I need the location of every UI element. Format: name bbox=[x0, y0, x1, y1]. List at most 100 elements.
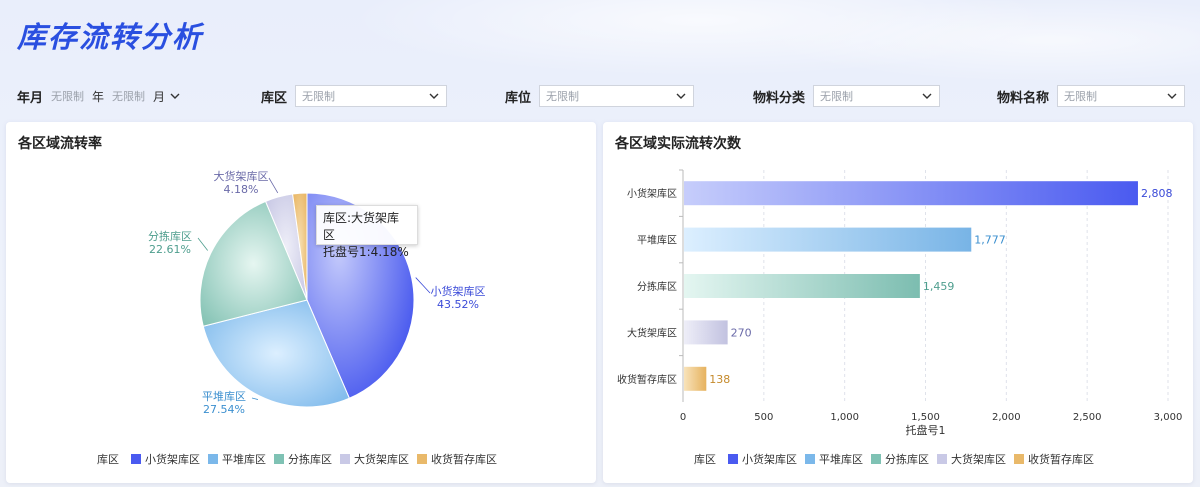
bar-x-tick-label: 0 bbox=[680, 412, 686, 423]
bar-legend-title: 库区 bbox=[694, 453, 716, 466]
bar-x-tick-label: 3,000 bbox=[1154, 412, 1183, 423]
filter-label-material: 物料名称 bbox=[997, 90, 1050, 106]
pie-legend-label: 收货暂存库区 bbox=[431, 453, 497, 466]
page-title: 库存流转分析 bbox=[17, 20, 204, 54]
filter-location: 库位 无限制 bbox=[505, 84, 695, 108]
pie-legend-item-large-rack[interactable]: 大货架库区 bbox=[340, 451, 409, 467]
bar-x-tick-label: 1,500 bbox=[911, 412, 940, 423]
bar-legend-label: 小货架库区 bbox=[742, 453, 797, 466]
pie-legend-item-small-rack[interactable]: 小货架库区 bbox=[131, 451, 200, 467]
bar-x-tick-label: 2,500 bbox=[1073, 412, 1102, 423]
pie-leader-line bbox=[251, 397, 259, 400]
category-select[interactable]: 无限制 bbox=[813, 85, 941, 107]
pie-chart-title: 各区域流转率 bbox=[18, 136, 102, 152]
bar-legend-item-large-rack[interactable]: 大货架库区 bbox=[937, 451, 1006, 467]
bar-legend-item-picking[interactable]: 分拣库区 bbox=[871, 451, 929, 467]
pie-leader-line bbox=[415, 277, 431, 294]
bar-legend-label: 分拣库区 bbox=[885, 453, 929, 466]
pie-chart: 小货架库区43.52% 平堆库区27.54% 分拣库区22.61% 大货架库区4.18… bbox=[148, 169, 486, 416]
chevron-down-icon bbox=[676, 93, 686, 99]
month-unit: 月 bbox=[153, 89, 166, 104]
category-select-value: 无限制 bbox=[820, 90, 854, 103]
pie-label-percent: 27.54% bbox=[203, 403, 245, 416]
bar-category-label: 小货架库区 bbox=[627, 187, 677, 200]
chevron-down-icon bbox=[922, 93, 932, 99]
area-select-value: 无限制 bbox=[302, 90, 336, 103]
filter-bar: 年月 无限制 年 无限制 月 库区 无限制 库位 无限制 物料分类 无限制 物料… bbox=[0, 84, 1200, 108]
month-select[interactable]: 无限制 bbox=[112, 88, 145, 104]
filter-material: 物料名称 无限制 bbox=[997, 84, 1186, 108]
pie-label-category: 大货架库区 bbox=[214, 169, 269, 183]
pie-label-category: 分拣库区 bbox=[148, 229, 192, 243]
bar-value-label: 1,459 bbox=[923, 280, 955, 293]
pie-legend-items: 小货架库区 平堆库区 分拣库区 大货架库区 收货暂存库区 bbox=[131, 451, 505, 467]
bar-chart-title: 各区域实际流转次数 bbox=[615, 136, 741, 152]
pie-legend-item-flat-stack[interactable]: 平堆库区 bbox=[208, 451, 266, 467]
bar-category-label: 大货架库区 bbox=[627, 326, 677, 339]
pie-legend-title: 库区 bbox=[97, 453, 119, 466]
material-select[interactable]: 无限制 bbox=[1057, 85, 1186, 107]
location-select-value: 无限制 bbox=[546, 90, 580, 103]
bar-x-tick-label: 500 bbox=[754, 412, 773, 423]
pie-label-percent: 43.52% bbox=[437, 298, 479, 311]
filter-category: 物料分类 无限制 bbox=[753, 84, 941, 108]
tooltip-line-1: 库区:大货架库区 bbox=[323, 211, 400, 242]
pie-label-percent: 22.61% bbox=[149, 243, 191, 256]
bar-legend-swatch bbox=[728, 454, 738, 464]
filter-area: 库区 无限制 bbox=[261, 84, 448, 108]
bar-legend: 库区 小货架库区 平堆库区 分拣库区 大货架库区 收货暂存库区 bbox=[603, 451, 1193, 467]
chevron-down-icon bbox=[429, 93, 439, 99]
pie-legend-item-picking[interactable]: 分拣库区 bbox=[274, 451, 332, 467]
pie-legend-swatch bbox=[208, 454, 218, 464]
bar-legend-items: 小货架库区 平堆库区 分拣库区 大货架库区 收货暂存库区 bbox=[728, 451, 1102, 467]
filter-label-category: 物料分类 bbox=[753, 90, 806, 106]
bar-receiving-staging[interactable] bbox=[684, 366, 707, 391]
pie-legend-label: 平堆库区 bbox=[222, 453, 266, 466]
pie-chart-panel: 各区域流转率 小货架库区 43.52% 平堆库区 27.54% 分拣库区 22.61% 大货… bbox=[6, 122, 596, 483]
pie-legend-swatch bbox=[274, 454, 284, 464]
location-select[interactable]: 无限制 bbox=[539, 85, 695, 107]
tooltip-line-2: 托盘号1:4.18% bbox=[323, 245, 409, 259]
chevron-down-icon bbox=[1167, 93, 1177, 99]
bar-value-label: 138 bbox=[709, 373, 730, 386]
bar-x-tick-label: 2,000 bbox=[992, 412, 1021, 423]
bar-picking[interactable] bbox=[684, 274, 920, 298]
area-select[interactable]: 无限制 bbox=[295, 85, 448, 107]
pie-label-category: 平堆库区 bbox=[202, 390, 246, 403]
bar-legend-swatch bbox=[937, 454, 947, 464]
bar-value-label: 270 bbox=[731, 326, 752, 339]
bar-chart-panel: 各区域实际流转次数 0 500 1,000 1,500 2,000 2,500 3,000 小… bbox=[603, 122, 1193, 483]
pie-legend-item-receiving-staging[interactable]: 收货暂存库区 bbox=[417, 451, 497, 467]
pie-legend-swatch bbox=[131, 454, 141, 464]
pie-label-percent: 4.18% bbox=[224, 183, 259, 196]
year-select[interactable]: 无限制 bbox=[51, 88, 84, 104]
pie-legend-swatch bbox=[340, 454, 350, 464]
bar-legend-item-receiving-staging[interactable]: 收货暂存库区 bbox=[1014, 451, 1094, 467]
pie-legend-label: 大货架库区 bbox=[354, 453, 409, 466]
pie-tooltip: 库区:大货架库区 托盘号1:4.18% bbox=[316, 205, 418, 259]
pie-label-category: 小货架库区 bbox=[431, 284, 486, 298]
pie-legend-label: 小货架库区 bbox=[145, 453, 200, 466]
bar-legend-item-small-rack[interactable]: 小货架库区 bbox=[728, 451, 797, 467]
pie-legend-label: 分拣库区 bbox=[288, 453, 332, 466]
bar-flat-stack[interactable] bbox=[684, 227, 972, 252]
pie-legend: 库区 小货架库区 平堆库区 分拣库区 大货架库区 收货暂存库区 bbox=[6, 451, 596, 467]
filter-label-area: 库区 bbox=[261, 90, 288, 106]
bar-large-rack[interactable] bbox=[684, 320, 728, 345]
bar-category-label: 收货暂存库区 bbox=[617, 373, 677, 386]
bar-legend-item-flat-stack[interactable]: 平堆库区 bbox=[805, 451, 863, 467]
bar-legend-label: 收货暂存库区 bbox=[1028, 453, 1094, 466]
bar-small-rack[interactable] bbox=[684, 181, 1138, 206]
bar-category-label: 分拣库区 bbox=[637, 280, 677, 293]
filter-label-year-month: 年月 bbox=[17, 90, 44, 106]
filter-year-month: 年月 无限制 年 无限制 月 bbox=[17, 84, 181, 108]
bar-category-label: 平堆库区 bbox=[637, 234, 677, 247]
bar-x-axis-label: 托盘号1 bbox=[906, 423, 946, 437]
chevron-down-icon[interactable] bbox=[169, 90, 181, 102]
year-unit: 年 bbox=[92, 89, 105, 104]
bar-legend-swatch bbox=[871, 454, 881, 464]
pie-leader-line bbox=[268, 177, 279, 194]
pie-leader-line bbox=[197, 237, 208, 251]
bar-legend-swatch bbox=[1014, 454, 1024, 464]
bar-x-tick-label: 1,000 bbox=[830, 412, 859, 423]
